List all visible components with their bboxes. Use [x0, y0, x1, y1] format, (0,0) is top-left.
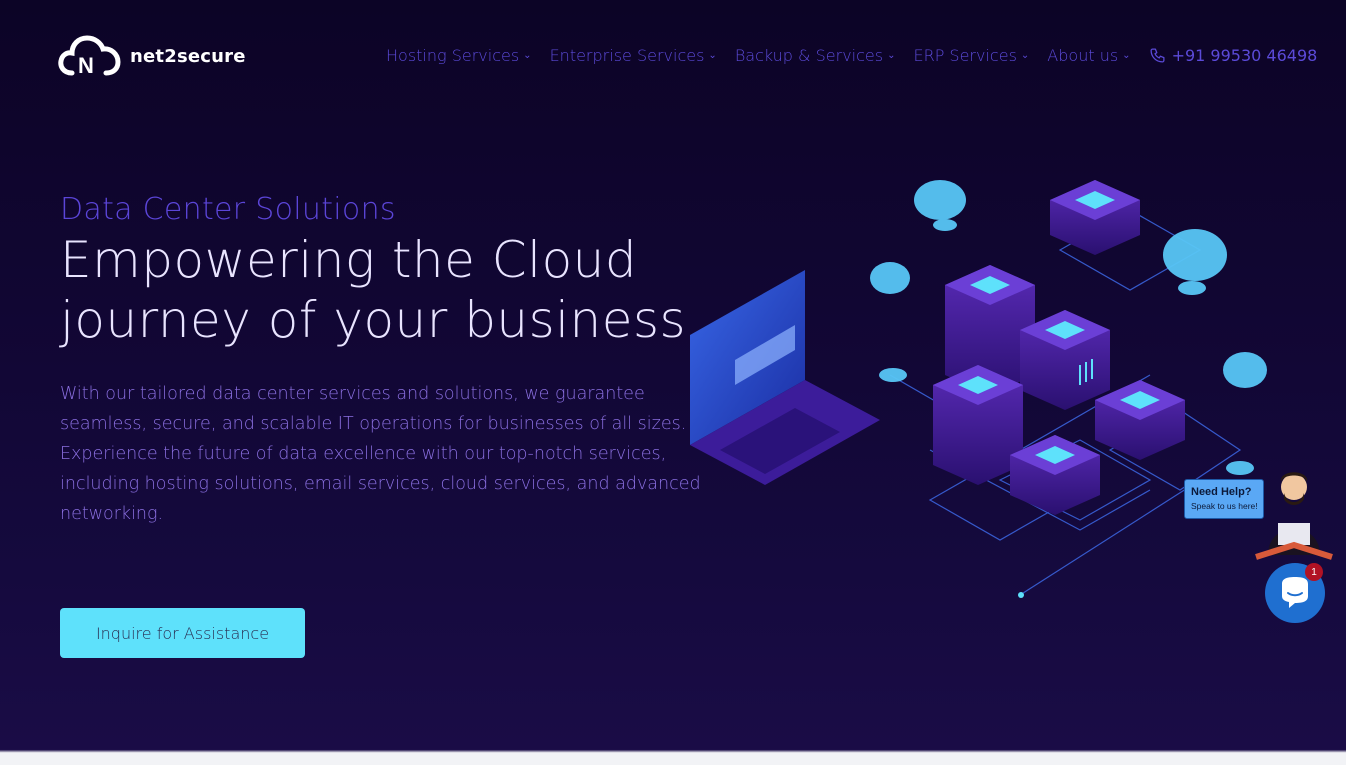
chevron-down-icon: ⌄ — [523, 50, 532, 61]
phone-link[interactable]: +91 99530 46498 — [1149, 46, 1318, 65]
nav-item-about-us[interactable]: About us ⌄ — [1047, 46, 1130, 65]
nav-item-label: Enterprise Services — [549, 46, 705, 65]
nav-item-label: About us — [1047, 46, 1119, 65]
chevron-down-icon: ⌄ — [1020, 50, 1030, 61]
hero-description: With our tailored data center services a… — [60, 384, 701, 524]
nav-item-erp-services[interactable]: ERP Services ⌄ — [913, 46, 1029, 65]
nav-item-label: ERP Services — [913, 46, 1017, 65]
hero-subtitle: Data Center Solutions — [60, 192, 396, 227]
phone-icon — [1150, 48, 1165, 63]
cloud-n-logo-icon: N — [58, 35, 121, 77]
datacenter-illustration — [690, 180, 1267, 598]
notification-badge: 1 — [1305, 563, 1323, 581]
laptop-graphic — [690, 270, 880, 485]
inquire-button[interactable]: Inquire for Assistance — [60, 608, 305, 658]
hero-title: Empowering the Cloud journey of your bus… — [60, 231, 687, 349]
main-nav: Hosting Services ⌄ Enterprise Services ⌄… — [386, 46, 1317, 65]
nav-item-hosting-services[interactable]: Hosting Services ⌄ — [386, 46, 532, 65]
phone-number: +91 99530 46498 — [1171, 46, 1318, 65]
chevron-down-icon: ⌄ — [708, 50, 717, 61]
help-subtitle: Speak to us here! — [1191, 501, 1258, 511]
nav-item-label: Backup & Services — [734, 46, 884, 65]
brand-name: net2secure — [130, 45, 246, 67]
brand-logo[interactable]: N net2secure — [58, 35, 246, 77]
chevron-down-icon: ⌄ — [887, 50, 896, 61]
nav-item-label: Hosting Services — [386, 46, 520, 65]
support-agent-avatar — [1255, 472, 1333, 560]
help-title: Need Help? — [1191, 486, 1252, 498]
server-stack — [933, 180, 1185, 515]
chevron-down-icon: ⌄ — [1122, 50, 1131, 61]
nav-item-enterprise-services[interactable]: Enterprise Services ⌄ — [550, 46, 717, 65]
hero-section: N net2secure Hosting Services ⌄ Enterpri… — [0, 0, 1346, 753]
svg-text:N: N — [78, 53, 94, 77]
nav-item-backup-services[interactable]: Backup & Services ⌄ — [735, 46, 896, 65]
need-help-bubble[interactable]: Need Help? Speak to us here! — [1184, 479, 1264, 519]
